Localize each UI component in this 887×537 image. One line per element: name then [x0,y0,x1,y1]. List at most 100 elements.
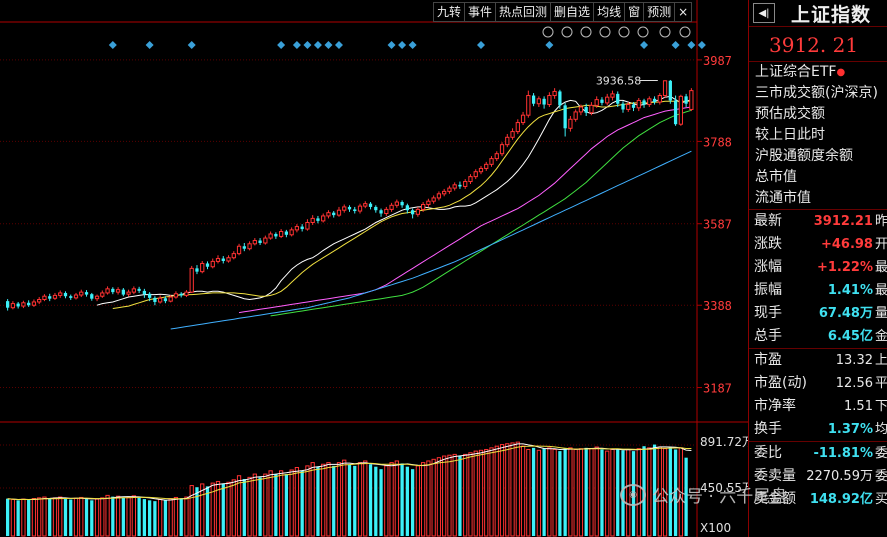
volume-bar [63,498,68,536]
volume-bar [69,499,73,536]
volume-top-label: 891.72万 [700,435,748,449]
quote-value: 1.41% [827,283,873,298]
volume-bar [468,452,473,537]
volume-bar [90,500,94,536]
candle-body [210,260,215,268]
candle-body [510,131,515,138]
tool-jiuzhuan-button[interactable]: 九转 [434,3,466,21]
volume-bar [242,479,246,536]
candle-body [115,289,121,293]
tool-events-button[interactable]: 事件 [465,3,497,21]
quote-row: 振幅 1.41% 最 [749,279,887,302]
candle-body [321,215,326,222]
candle-body [258,240,262,243]
volume-bar [563,448,567,536]
quote-row: 委比 -11.81% 委 [749,441,887,465]
quote-extra-label: 最 [874,260,887,275]
candle-body [610,93,615,98]
candle-body [289,229,294,236]
chart-tool-icon [599,26,611,38]
volume-bar [463,453,468,537]
collapse-arrow-icon[interactable]: ◀| [753,3,775,23]
volume-bar [121,497,125,536]
volume-bar [368,464,373,536]
volume-bar [189,485,194,537]
kline-chart-area[interactable]: 3987 3788 3587 3388 3187 891.72万 450.55万 X100 39… [0,0,748,537]
candle-body [247,243,252,250]
chart-tool-icon [618,26,630,38]
candle-body [578,106,584,113]
volume-bar [542,448,546,536]
volume-unit-label: X100 [700,521,731,535]
volume-bar [126,496,131,537]
volume-bar [616,448,620,536]
event-diamond-icon [545,41,554,49]
volume-bar [347,464,352,536]
info-line[interactable]: 三市成交额(沪深京) [749,83,887,104]
quote-extra-label: 委 [874,446,887,461]
candle-body [221,258,225,261]
candle-body [600,99,604,103]
candle-body [37,299,42,303]
info-line[interactable]: 流通市值 [749,188,887,209]
volume-bar [184,496,189,537]
volume-bar [589,448,594,537]
candle-body [652,98,657,103]
quote-value: 3912.21 [813,214,873,229]
tool-remove-favorite-button[interactable]: 删自选 [551,3,595,21]
candle-body [179,293,183,296]
volume-bar [316,466,320,536]
info-line[interactable]: 沪股通额度余额 [749,146,887,167]
candle-body [342,206,347,211]
volume-bar [158,499,163,537]
kline-chart[interactable]: 39873788358733883187891.72万450.55万X10039… [0,0,748,537]
volume-bar [436,457,442,537]
volume-bar [27,499,31,536]
candle-body [384,208,389,214]
volume-bar [426,460,431,537]
candle-body [621,103,625,110]
event-diamond-icon [408,41,417,49]
candle-body [242,246,246,249]
volume-bar [21,498,26,537]
volume-bar [310,462,315,537]
candle-body [168,296,173,302]
related-etf-link[interactable]: 上证综合ETF● [749,62,887,83]
info-line[interactable]: 预估成交额 [749,104,887,125]
candle-body [326,212,331,217]
volume-bar [258,477,262,536]
quote-row: 最新 3912.21 昨 [749,210,887,233]
volume-bar [552,448,557,537]
volume-bar [321,463,326,537]
volume-bar [305,465,310,537]
tool-window-button[interactable]: 窗 [625,3,645,21]
volume-bar [494,445,499,537]
info-line[interactable]: 总市值 [749,167,887,188]
candle-body [536,98,541,105]
volume-bar [600,449,604,536]
candle-body [357,205,363,212]
volume-bar [247,476,252,537]
candle-body [415,208,421,215]
event-diamond-icon [476,41,485,49]
quote-label: 市净率 [754,398,796,414]
toolbar-close-button[interactable]: × [675,3,691,21]
tool-moving-average-button[interactable]: 均线 [594,3,626,21]
volume-bar [252,473,257,537]
volume-bar [531,447,536,536]
event-diamond-icon [334,41,343,49]
tool-hotspot-backtest-button[interactable]: 热点回测 [496,3,552,21]
quote-table: 最新 3912.21 昨涨跌 +46.98 开涨幅 +1.22% 最振幅 1.41% 最现手 67… [749,210,887,511]
candle-body [252,240,257,245]
chart-tool-icon [580,26,592,38]
volume-bar [505,443,510,537]
candle-body [678,95,683,125]
tool-forecast-button[interactable]: 预测 [644,3,676,21]
candle-body [689,90,694,110]
volume-bar [447,454,452,537]
candle-body [657,95,662,103]
event-diamond-icon [387,41,396,49]
info-line[interactable]: 较上日此时 [749,125,887,146]
candle-body [473,171,478,178]
wechat-icon: ◉ [620,483,646,506]
